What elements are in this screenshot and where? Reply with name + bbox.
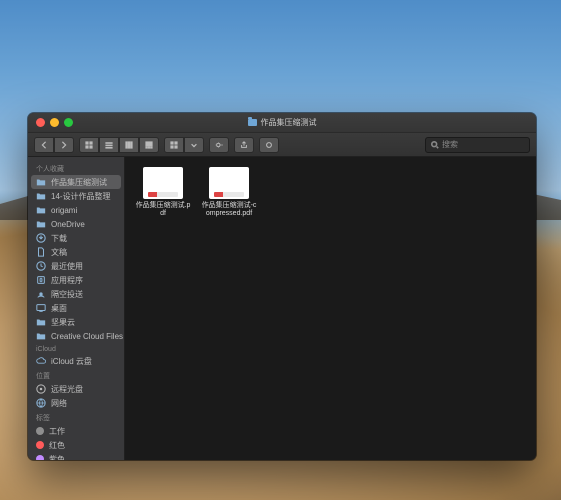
- window-title-text: 作品集压缩测试: [261, 117, 317, 128]
- tag-dot-icon: [36, 455, 44, 460]
- file-label: 作品集压缩测试.pdf: [135, 202, 191, 219]
- section-favorites: 个人收藏: [28, 161, 124, 175]
- airdrop-icon: [36, 289, 46, 299]
- pdf-icon: [143, 167, 183, 199]
- search-field[interactable]: 搜索: [425, 137, 530, 153]
- sidebar-item[interactable]: origami: [28, 203, 124, 217]
- arrange-group: [164, 137, 204, 153]
- sidebar-item-label: Creative Cloud Files: [51, 332, 123, 341]
- sidebar-item[interactable]: 网络: [28, 396, 124, 410]
- section-locations: 位置: [28, 368, 124, 382]
- finder-window: 作品集压缩测试 搜索 个人收藏 作品集压缩测试14-设计作: [28, 113, 536, 460]
- sidebar-item[interactable]: 隔空投送: [28, 287, 124, 301]
- nav-buttons: [34, 137, 74, 153]
- sidebar-item-label: 隔空投送: [51, 289, 83, 300]
- sidebar-item[interactable]: 应用程序: [28, 273, 124, 287]
- sidebar-item-label: iCloud 云盘: [51, 356, 92, 367]
- sidebar-item-label: 工作: [49, 426, 65, 437]
- file-item[interactable]: 作品集压缩测试.pdf: [135, 167, 191, 219]
- share-button[interactable]: [234, 137, 254, 153]
- sidebar-item[interactable]: 文稿: [28, 245, 124, 259]
- sidebar: 个人收藏 作品集压缩测试 14-设计作品整理 origami OneDrive 下载文稿…: [28, 157, 125, 460]
- disc-icon: [36, 384, 46, 394]
- desktop-icon: [36, 303, 46, 313]
- minimize-button[interactable]: [50, 118, 59, 127]
- tag-dot-icon: [36, 427, 44, 435]
- file-item[interactable]: 作品集压缩测试-compressed.pdf: [201, 167, 257, 219]
- sidebar-item-label: 文稿: [51, 247, 67, 258]
- sidebar-item[interactable]: 坚果云: [28, 315, 124, 329]
- arrange-menu[interactable]: [184, 137, 204, 153]
- sidebar-item-label: 远程光盘: [51, 384, 83, 395]
- search-placeholder: 搜索: [442, 139, 458, 150]
- sidebar-item-label: 应用程序: [51, 275, 83, 286]
- folder-icon: [36, 219, 46, 229]
- sidebar-item[interactable]: 下载: [28, 231, 124, 245]
- sidebar-item-label: 14-设计作品整理: [51, 191, 111, 202]
- sidebar-item-label: 作品集压缩测试: [51, 177, 107, 188]
- sidebar-item-label: 桌面: [51, 303, 67, 314]
- sidebar-item-label: 最近使用: [51, 261, 83, 272]
- sidebar-tag[interactable]: 工作: [28, 424, 124, 438]
- sidebar-item[interactable]: 远程光盘: [28, 382, 124, 396]
- section-icloud: iCloud: [28, 343, 124, 354]
- folder-icon: [36, 331, 46, 341]
- download-icon: [36, 233, 46, 243]
- sidebar-item[interactable]: iCloud 云盘: [28, 354, 124, 368]
- search-icon: [431, 141, 439, 149]
- back-button[interactable]: [34, 137, 54, 153]
- icon-view-button[interactable]: [79, 137, 99, 153]
- globe-icon: [36, 398, 46, 408]
- column-view-button[interactable]: [119, 137, 139, 153]
- tag-dot-icon: [36, 441, 44, 449]
- cloud-icon: [36, 356, 46, 366]
- sidebar-tag[interactable]: 紫色: [28, 452, 124, 460]
- sidebar-item[interactable]: 14-设计作品整理: [28, 189, 124, 203]
- sidebar-tag[interactable]: 红色: [28, 438, 124, 452]
- app-icon: [36, 275, 46, 285]
- file-label: 作品集压缩测试-compressed.pdf: [201, 202, 257, 219]
- sidebar-item-label: OneDrive: [51, 220, 85, 229]
- close-button[interactable]: [36, 118, 45, 127]
- sidebar-item-label: 红色: [49, 440, 65, 451]
- window-body: 个人收藏 作品集压缩测试 14-设计作品整理 origami OneDrive 下载文稿…: [28, 157, 536, 460]
- sidebar-item[interactable]: OneDrive: [28, 217, 124, 231]
- sidebar-item-label: origami: [51, 206, 77, 215]
- sidebar-item[interactable]: 最近使用: [28, 259, 124, 273]
- tags-button[interactable]: [259, 137, 279, 153]
- pdf-icon: [209, 167, 249, 199]
- view-buttons: [79, 137, 159, 153]
- clock-icon: [36, 261, 46, 271]
- folder-icon: [36, 177, 46, 187]
- sidebar-item-label: 紫色: [49, 454, 65, 461]
- doc-icon: [36, 247, 46, 257]
- folder-icon: [36, 205, 46, 215]
- sidebar-item-label: 坚果云: [51, 317, 75, 328]
- arrange-button[interactable]: [164, 137, 184, 153]
- sidebar-item[interactable]: Creative Cloud Files: [28, 329, 124, 343]
- action-button[interactable]: [209, 137, 229, 153]
- traffic-lights: [28, 118, 73, 127]
- folder-icon: [36, 191, 46, 201]
- forward-button[interactable]: [54, 137, 74, 153]
- sidebar-item[interactable]: 桌面: [28, 301, 124, 315]
- sidebar-item[interactable]: 作品集压缩测试: [31, 175, 121, 189]
- gallery-view-button[interactable]: [139, 137, 159, 153]
- sidebar-item-label: 下载: [51, 233, 67, 244]
- section-tags: 标签: [28, 410, 124, 424]
- content-area[interactable]: 作品集压缩测试.pdf 作品集压缩测试-compressed.pdf: [125, 157, 536, 460]
- window-title: 作品集压缩测试: [28, 117, 536, 128]
- toolbar: 搜索: [28, 133, 536, 157]
- folder-icon: [248, 119, 257, 126]
- folder-icon: [36, 317, 46, 327]
- sidebar-item-label: 网络: [51, 398, 67, 409]
- zoom-button[interactable]: [64, 118, 73, 127]
- titlebar: 作品集压缩测试: [28, 113, 536, 133]
- list-view-button[interactable]: [99, 137, 119, 153]
